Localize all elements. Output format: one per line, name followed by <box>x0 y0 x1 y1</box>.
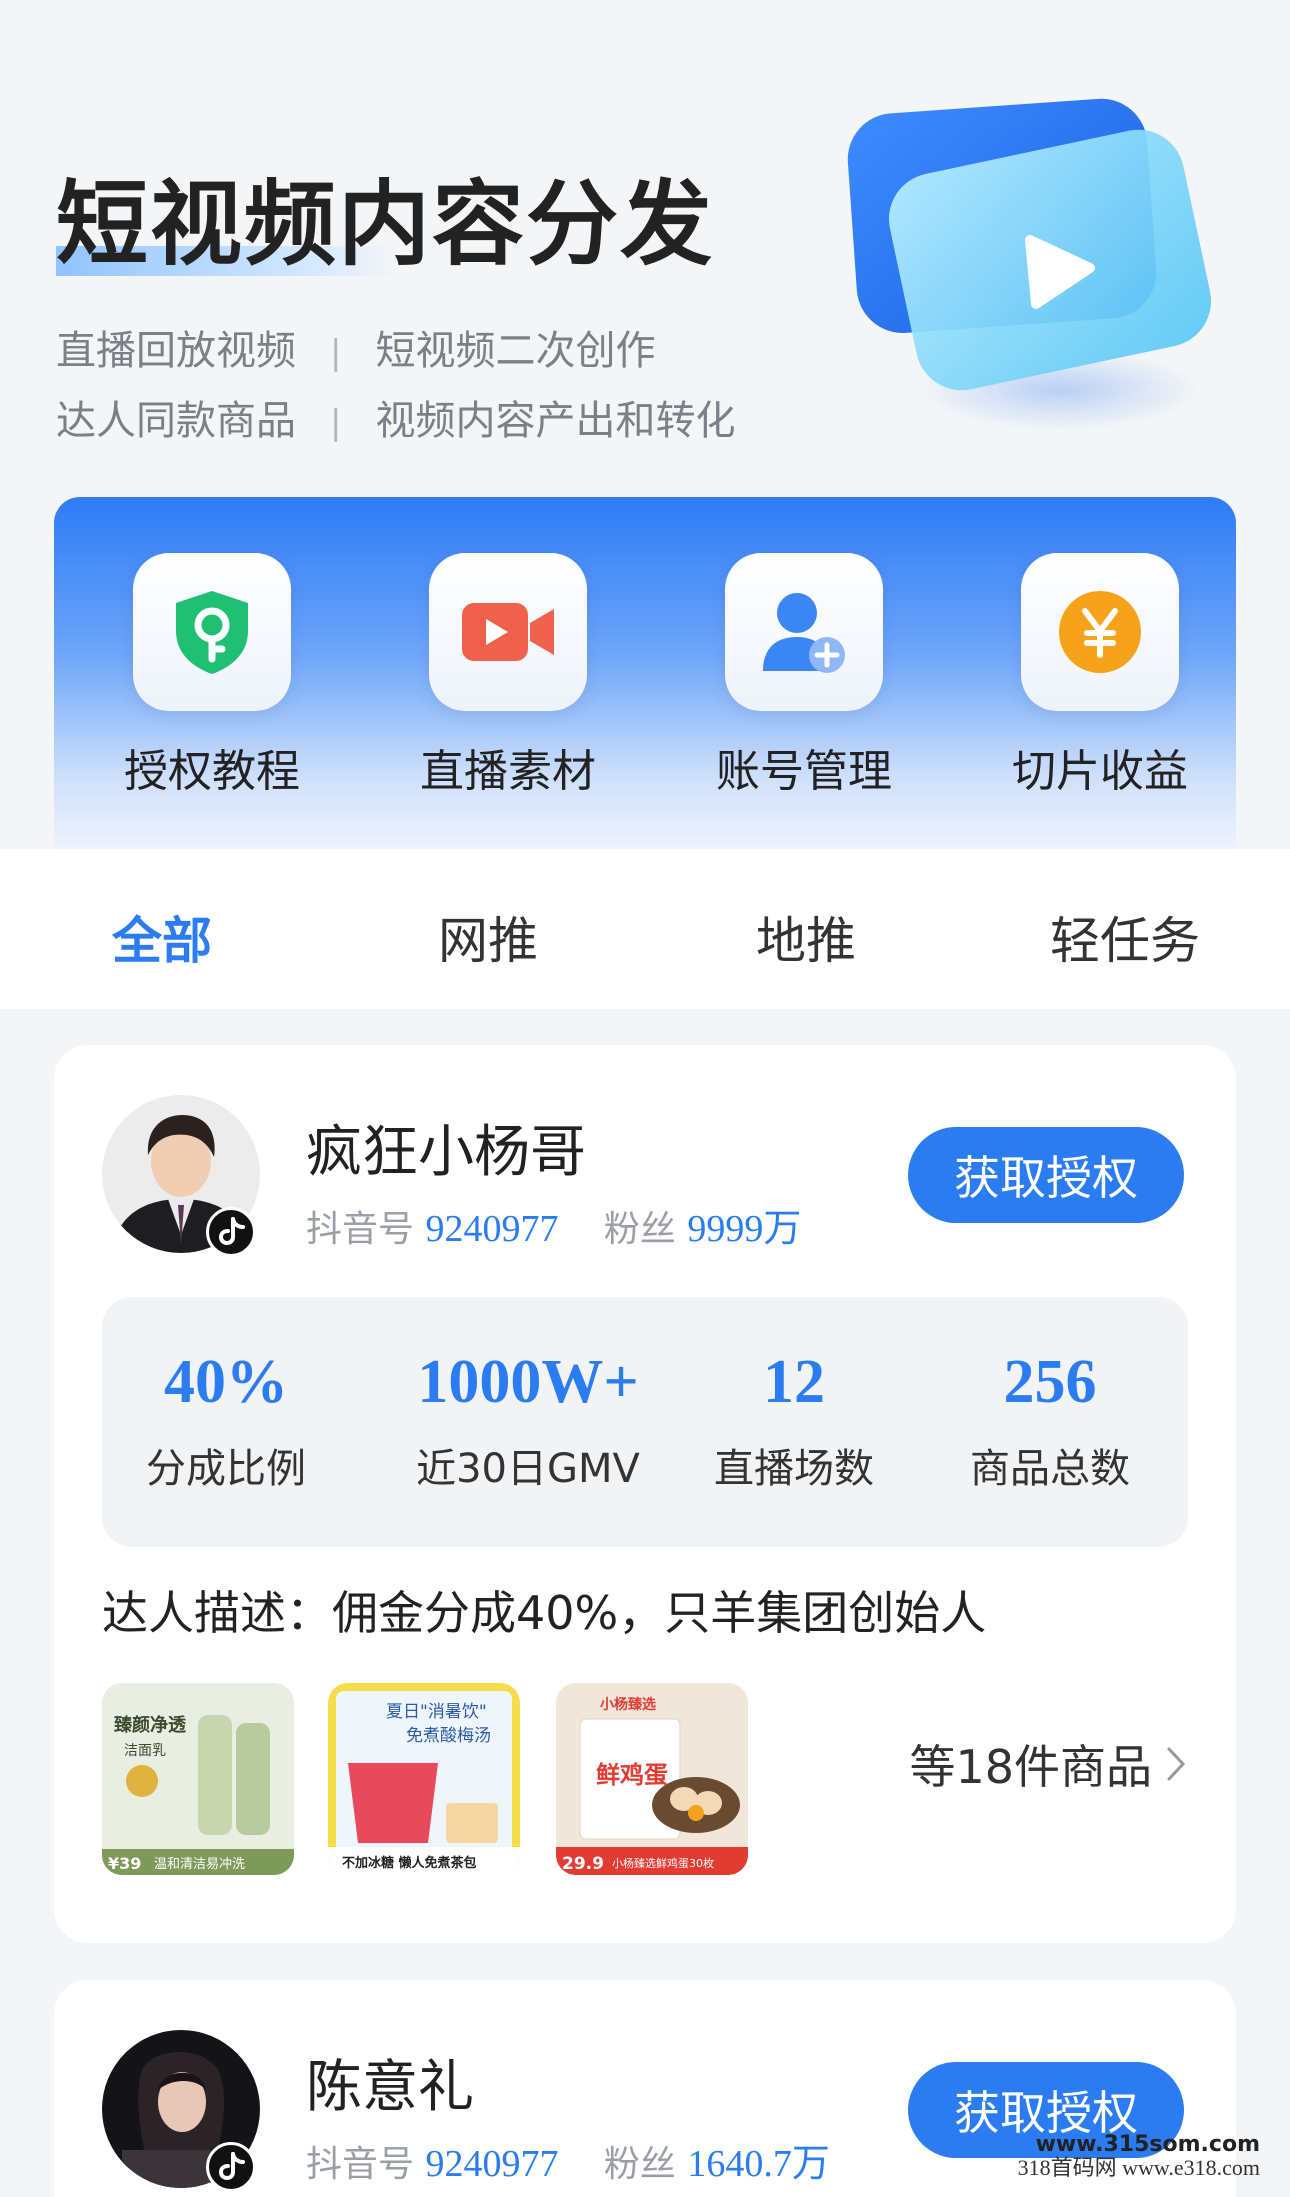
stat-live-sessions: 12 直播场数 <box>664 1347 924 1494</box>
tab-offline-promo[interactable]: 地推 <box>756 901 856 973</box>
product-title: 臻颜净透 <box>114 1714 187 1736</box>
product-title: 鲜鸡蛋 <box>596 1761 668 1789</box>
product-caption: 小杨臻选鲜鸡蛋30枚 <box>612 1856 714 1870</box>
avatar[interactable] <box>102 2030 260 2192</box>
page-title: 短视频内容分发 <box>56 171 715 278</box>
separator: | <box>330 403 342 443</box>
quick-actions-panel: 授权教程 直播素材 账号管理 切片收益 <box>54 497 1236 849</box>
product-thumbnail[interactable]: 鲜鸡蛋 小杨臻选 29.9 小杨臻选鲜鸡蛋30枚 <box>556 1683 748 1875</box>
feature-row-1: 直播回放视频 | 短视频二次创作 <box>56 318 655 376</box>
fans-count: 9999万 <box>687 1208 802 1250</box>
product-thumbnail[interactable]: 臻颜净透 洁面乳 ¥39 温和清洁易冲洗 <box>102 1683 294 1875</box>
creator-name: 疯狂小杨哥 <box>306 1120 586 1185</box>
creator-meta: 抖音号 9240977 粉丝 9999万 <box>306 1197 801 1252</box>
product-price: 29.9 <box>562 1854 604 1874</box>
stats-panel: 40% 分成比例 1000W+ 近30日GMV 12 直播场数 256 商品总数 <box>102 1297 1188 1547</box>
creator-meta: 抖音号 9240977 粉丝 1640.7万 <box>306 2132 830 2187</box>
add-user-icon <box>725 553 883 711</box>
product-price: ¥39 <box>108 1854 141 1873</box>
quick-action-label: 直播素材 <box>420 746 596 797</box>
shield-key-icon <box>133 553 291 711</box>
stat-value: 40% <box>164 1348 288 1416</box>
tiktok-icon <box>206 1207 256 1257</box>
separator: | <box>330 333 342 373</box>
product-title: 夏日"消暑饮" <box>386 1702 487 1722</box>
category-tabs: 全部 网推 地推 轻任务 <box>0 849 1290 1009</box>
quick-action-label: 切片收益 <box>1012 746 1188 797</box>
quick-action-live-material[interactable]: 直播素材 <box>408 553 608 799</box>
creator-description: 达人描述：佣金分成40%，只羊集团创始人 <box>102 1586 987 1640</box>
feature-text: 直播回放视频 <box>56 328 296 374</box>
product-thumbnail[interactable]: 夏日"消暑饮" 免煮酸梅汤 不加冰糖 懒人免煮茶包 <box>328 1683 520 1875</box>
stat-commission: 40% 分成比例 <box>96 1347 356 1494</box>
feature-text: 短视频二次创作 <box>375 328 656 374</box>
avatar[interactable] <box>102 1095 260 1257</box>
quick-action-auth-tutorial[interactable]: 授权教程 <box>112 553 312 799</box>
watermark: 318首码网 www.e318.com <box>1017 2155 1260 2180</box>
douyin-label: 抖音号 <box>306 1209 415 1250</box>
product-subtitle: 小杨臻选 <box>600 1696 656 1713</box>
creator-card[interactable]: 疯狂小杨哥 抖音号 9240977 粉丝 9999万 获取授权 40% 分成比例… <box>54 1045 1236 1943</box>
more-products-link[interactable]: 等18件商品 <box>909 1731 1186 1797</box>
video-play-illustration <box>847 98 1212 430</box>
stat-label: 直播场数 <box>714 1446 874 1492</box>
feature-row-2: 达人同款商品 | 视频内容产出和转化 <box>56 388 735 446</box>
quick-action-account-manage[interactable]: 账号管理 <box>704 553 904 799</box>
douyin-id: 9240977 <box>425 2143 559 2185</box>
quick-action-clip-earnings[interactable]: 切片收益 <box>1000 553 1200 799</box>
stat-gmv: 1000W+ 近30日GMV <box>378 1347 678 1494</box>
fans-label: 粉丝 <box>603 2144 676 2185</box>
get-authorization-button[interactable]: 获取授权 <box>908 1127 1184 1223</box>
video-camera-icon <box>429 553 587 711</box>
stat-product-total: 256 商品总数 <box>920 1347 1180 1494</box>
more-products-label: 等18件商品 <box>909 1740 1152 1794</box>
tab-online-promo[interactable]: 网推 <box>438 901 538 973</box>
creator-name: 陈意礼 <box>306 2055 474 2120</box>
feature-text: 视频内容产出和转化 <box>375 398 736 444</box>
fans-label: 粉丝 <box>603 1209 676 1250</box>
product-subtitle: 免煮酸梅汤 <box>406 1726 491 1746</box>
feature-text: 达人同款商品 <box>56 398 296 444</box>
stat-value: 256 <box>1003 1348 1097 1416</box>
product-subtitle: 洁面乳 <box>124 1743 166 1759</box>
stat-label: 分成比例 <box>146 1446 306 1492</box>
stat-label: 商品总数 <box>970 1446 1130 1492</box>
stat-value: 1000W+ <box>417 1348 639 1416</box>
yuan-coin-icon <box>1021 553 1179 711</box>
tab-light-task[interactable]: 轻任务 <box>1050 901 1200 973</box>
quick-action-label: 账号管理 <box>716 746 892 797</box>
douyin-id: 9240977 <box>425 1208 559 1250</box>
stat-value: 12 <box>763 1348 825 1416</box>
hero-banner: 短视频内容分发 直播回放视频 | 短视频二次创作 达人同款商品 | 视频内容产出和转化 <box>0 0 1290 500</box>
product-caption: 温和清洁易冲洗 <box>154 1857 245 1872</box>
stat-label: 近30日GMV <box>416 1446 640 1492</box>
tiktok-icon <box>206 2142 256 2192</box>
chevron-right-icon <box>1167 1747 1186 1781</box>
douyin-label: 抖音号 <box>306 2144 415 2185</box>
product-caption: 不加冰糖 懒人免煮茶包 <box>342 1855 477 1871</box>
fans-count: 1640.7万 <box>687 2143 830 2185</box>
quick-action-label: 授权教程 <box>124 746 300 797</box>
tab-all[interactable]: 全部 <box>112 901 212 973</box>
